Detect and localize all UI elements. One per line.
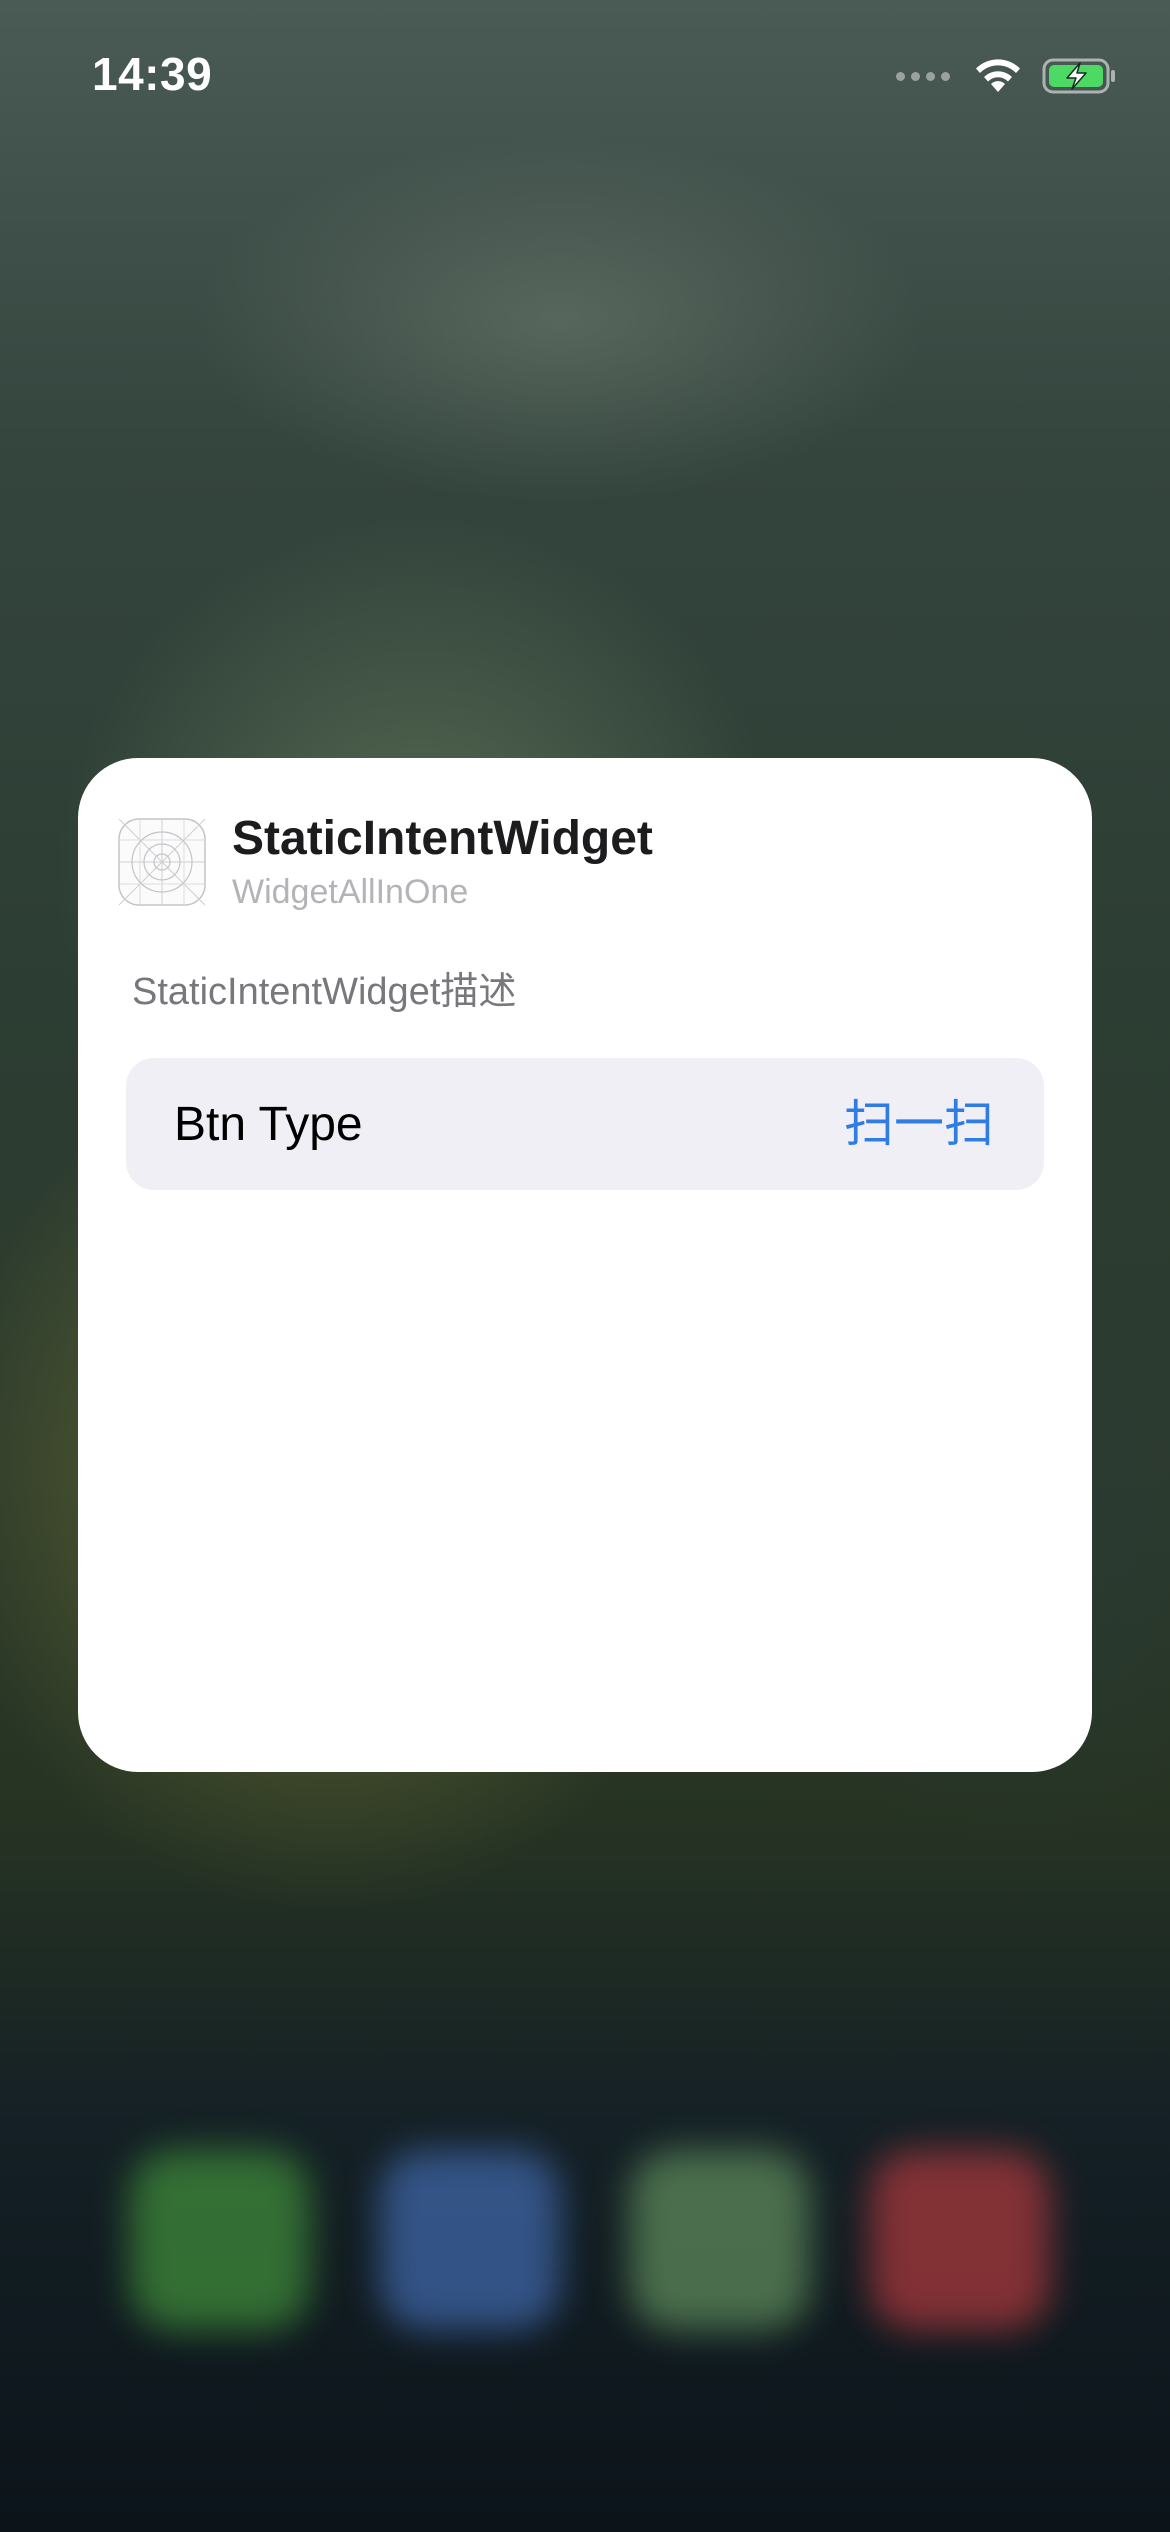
parameter-value-picker[interactable]: 扫一扫	[844, 1096, 994, 1152]
cellular-signal-icon	[896, 71, 950, 81]
status-time: 14:39	[92, 48, 213, 100]
widget-config-card: StaticIntentWidget WidgetAllInOne Static…	[78, 758, 1092, 1772]
dock-app-blurred	[870, 2150, 1050, 2330]
parameter-label: Btn Type	[174, 1098, 363, 1151]
widget-app-name: WidgetAllInOne	[232, 873, 469, 911]
widget-description: StaticIntentWidget描述	[132, 971, 517, 1013]
status-bar: 14:39	[0, 0, 1170, 150]
app-placeholder-icon	[118, 818, 206, 906]
dock-app-blurred	[630, 2150, 810, 2330]
dock-app-blurred	[380, 2150, 560, 2330]
parameter-row-btn-type[interactable]: Btn Type 扫一扫	[126, 1058, 1044, 1190]
dock-app-blurred	[130, 2150, 310, 2330]
status-icons	[896, 54, 1118, 98]
widget-title: StaticIntentWidget	[232, 812, 653, 865]
screen: 14:39 StaticIntentWidget WidgetAllInOne …	[0, 0, 1170, 2532]
wifi-icon	[976, 59, 1020, 92]
battery-charging-icon	[1042, 58, 1115, 94]
